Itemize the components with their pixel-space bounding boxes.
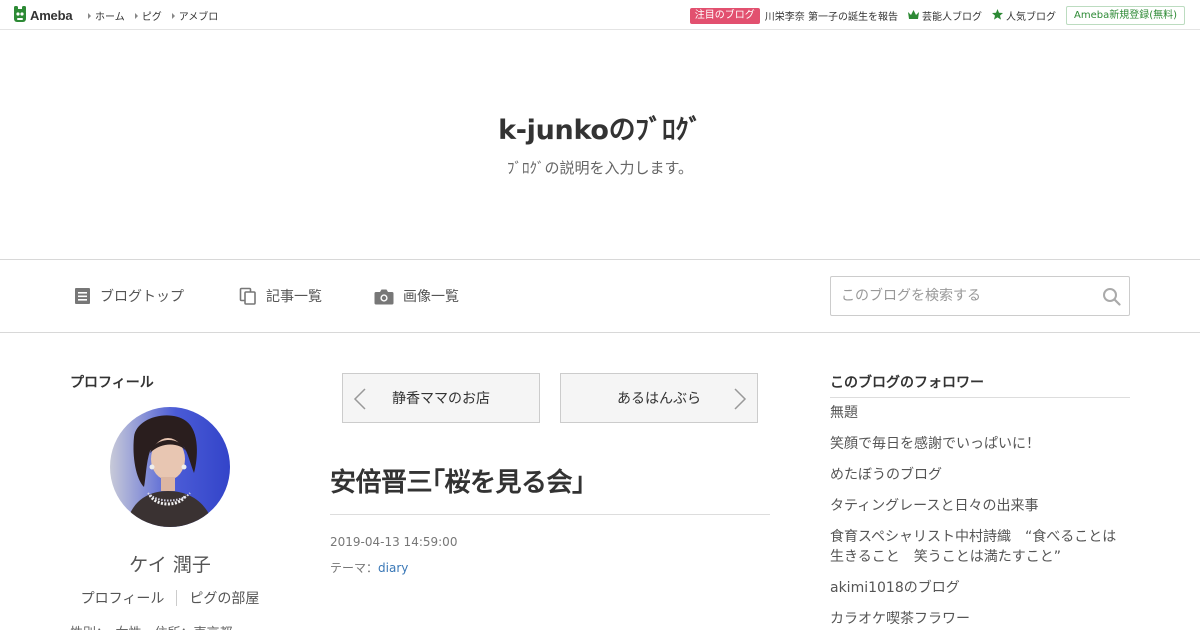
profile-name: ケイ 潤子: [129, 554, 211, 576]
follower-item[interactable]: 無題: [830, 403, 1130, 434]
nav-pigg-link[interactable]: ピグ: [134, 8, 162, 23]
next-article-label: あるはんぶら: [617, 391, 701, 407]
theme-link[interactable]: diary: [378, 561, 408, 575]
prev-article-label: 静香ママのお店: [392, 391, 490, 407]
nav-blog-top[interactable]: ブログトップ: [74, 286, 184, 306]
follower-item[interactable]: 食育スペシャリスト中村詩織 “食べることは生きること 笑うことは満たすこと”: [830, 527, 1130, 578]
divider: [330, 514, 770, 515]
camera-icon: [374, 288, 394, 305]
profile-details: 性別： 女性 住所：東京都: [70, 622, 233, 630]
search-input[interactable]: [831, 277, 1086, 315]
nav-blog-top-label: ブログトップ: [100, 289, 184, 305]
prev-article-button[interactable]: 静香ママのお店: [342, 373, 540, 423]
next-article-button[interactable]: あるはんぶら: [560, 373, 758, 423]
triangle-icon: [171, 12, 175, 19]
nav-image-list[interactable]: 画像一覧: [374, 286, 459, 306]
nav-image-list-label: 画像一覧: [403, 289, 459, 305]
nav-home-link[interactable]: ホーム: [88, 8, 125, 23]
attention-link[interactable]: 川栄李奈 第一子の誕生を報告: [765, 8, 898, 23]
profile-link[interactable]: プロフィール: [81, 588, 165, 608]
article-title[interactable]: 安倍晋三｢桜を見る会｣: [330, 462, 585, 499]
followers-list: 無題 笑顔で毎日を感謝でいっぱいに！ めたぼうのブログ タティングレースと日々の…: [830, 403, 1130, 630]
nav-amebro-label: アメブロ: [178, 12, 219, 23]
blog-header: k-junkoのﾌﾞﾛｸﾞ ﾌﾞﾛｸﾞの説明を入力します。: [0, 30, 1200, 260]
popular-blog-label: 人気ブログ: [1005, 12, 1056, 23]
document-icon: [74, 287, 91, 305]
pigg-room-link[interactable]: ピグの部屋: [189, 588, 259, 608]
global-nav: ホーム ピグ アメブロ: [88, 8, 218, 23]
theme-label: テーマ：: [330, 561, 379, 575]
article-date: 2019-04-13 14:59:00: [330, 535, 458, 549]
signup-button[interactable]: Ameba新規登録(無料): [1065, 6, 1185, 25]
nav-pigg-label: ピグ: [141, 12, 162, 23]
nav-article-list[interactable]: 記事一覧: [239, 286, 322, 306]
nav-article-list-label: 記事一覧: [266, 289, 322, 305]
nav-home-label: ホーム: [95, 12, 125, 23]
triangle-icon: [134, 12, 138, 19]
followers-section-title: このブログのフォロワー: [830, 375, 984, 391]
follower-item[interactable]: めたぼうのブログ: [830, 465, 1130, 496]
divider: [830, 397, 1130, 398]
ameba-global-header: Ameba ホーム ピグ アメブロ 注目のブログ 川栄李奈 第一子の誕生を報告 …: [0, 0, 1200, 30]
ameba-logo[interactable]: Ameba: [13, 6, 73, 24]
divider: [176, 590, 178, 606]
nav-amebro-link[interactable]: アメブロ: [171, 8, 219, 23]
avatar[interactable]: [110, 407, 230, 527]
profile-section-title: プロフィール: [70, 375, 154, 391]
blog-nav-bar: ブログトップ 記事一覧 画像一覧: [0, 259, 1200, 333]
chevron-left-icon: [353, 387, 367, 415]
header-right: 注目のブログ 川栄李奈 第一子の誕生を報告 芸能人ブログ 人気ブログ Ameba…: [689, 6, 1200, 25]
search-icon[interactable]: [1102, 287, 1121, 310]
follower-item[interactable]: タティングレースと日々の出来事: [830, 496, 1130, 527]
blog-description: ﾌﾞﾛｸﾞの説明を入力します。: [506, 159, 693, 177]
chevron-right-icon: [733, 387, 747, 415]
copy-icon: [239, 287, 257, 305]
ameba-mascot-icon: [13, 6, 27, 24]
attention-badge: 注目のブログ: [689, 7, 760, 24]
blog-title[interactable]: k-junkoのﾌﾞﾛｸﾞ: [0, 108, 1200, 147]
crown-icon: [907, 9, 919, 22]
star-icon: [991, 8, 1003, 23]
triangle-icon: [88, 12, 91, 19]
blog-search: [830, 276, 1130, 316]
follower-item[interactable]: 笑顔で毎日を感謝でいっぱいに！: [830, 434, 1130, 465]
celebrity-blog-link[interactable]: 芸能人ブログ: [907, 8, 982, 23]
follower-item[interactable]: カラオケ喫茶フラワー: [830, 609, 1130, 630]
profile-links: プロフィール ピグの部屋: [70, 588, 270, 608]
popular-blog-link[interactable]: 人気ブログ: [991, 8, 1056, 23]
logo-text: Ameba: [30, 7, 73, 23]
celebrity-blog-label: 芸能人ブログ: [921, 12, 982, 23]
article-theme: テーマ：diary: [330, 559, 408, 576]
follower-item[interactable]: akimi1018のブログ: [830, 578, 1130, 609]
